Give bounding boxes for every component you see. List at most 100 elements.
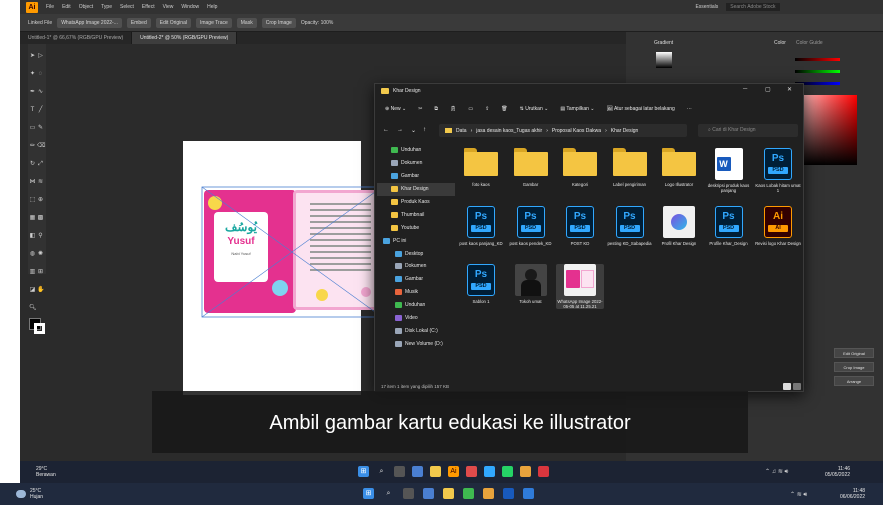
set-background-button[interactable]: 🖼︎ Atur sebagai latar belakang xyxy=(606,106,674,112)
chrome-icon[interactable] xyxy=(520,466,531,477)
nav-item[interactable]: New Volume (D:) xyxy=(377,337,455,350)
file-item[interactable]: Ps PSD Sablon 1 xyxy=(457,264,505,304)
new-button[interactable]: ⊕ New ⌄ xyxy=(385,106,406,112)
copy-icon[interactable]: ⧉ xyxy=(434,106,438,112)
illustrator-taskbar-icon[interactable]: Ai xyxy=(448,466,459,477)
color-guide-panel-title[interactable]: Color Guide xyxy=(796,40,823,46)
stock-search-input[interactable]: Search Adobe Stock xyxy=(726,3,780,11)
file-item[interactable]: Ps PSD Kaos Lobak hitam umat 1 xyxy=(754,148,802,193)
nav-item[interactable]: Dokumen xyxy=(377,260,455,273)
hand-tool-icon[interactable]: ✋ xyxy=(37,287,44,294)
menu-help[interactable]: Help xyxy=(207,4,217,10)
width-tool-icon[interactable]: ⋈ xyxy=(29,179,36,186)
direct-select-tool-icon[interactable]: ▷ xyxy=(37,53,44,60)
app-icon[interactable] xyxy=(538,466,549,477)
back-arrow-icon[interactable]: ← xyxy=(383,127,389,133)
file-item[interactable]: Profil Khar Design xyxy=(655,206,703,246)
system-tray-icons[interactable]: ⌃ ♫ ≋ 🔊︎ xyxy=(765,468,788,476)
menu-effect[interactable]: Effect xyxy=(142,4,155,10)
menu-edit[interactable]: Edit xyxy=(62,4,71,10)
nav-item[interactable]: PC ini xyxy=(377,234,455,247)
search-icon[interactable]: ⌕ xyxy=(383,488,394,499)
menu-view[interactable]: View xyxy=(163,4,174,10)
recent-dropdown-icon[interactable]: ⌄ xyxy=(411,127,416,134)
address-bar[interactable]: Data › jasa desain kaos_Tugas akhir › Prop… xyxy=(439,124,687,137)
explorer-search-input[interactable]: ⌕ Cari di Khar Design xyxy=(698,124,798,137)
nav-item[interactable]: Disk Lokal (C:) xyxy=(377,324,455,337)
app-icon[interactable] xyxy=(523,488,534,499)
up-arrow-icon[interactable]: ↑ xyxy=(423,127,426,133)
nav-item[interactable]: Gambar xyxy=(377,170,455,183)
delete-icon[interactable]: 🗑︎ xyxy=(501,106,507,112)
nav-item[interactable]: Gambar xyxy=(377,273,455,286)
nav-item[interactable]: Thumbnail xyxy=(377,208,455,221)
menu-object[interactable]: Object xyxy=(79,4,93,10)
nav-item[interactable]: Khar Design xyxy=(377,182,455,196)
mesh-tool-icon[interactable]: ▩ xyxy=(37,215,44,222)
breadcrumb-4[interactable]: Khar Design xyxy=(611,128,639,134)
nav-item[interactable]: Unduhan xyxy=(377,299,455,312)
file-item[interactable]: Ai AI Revisi logo Khar Design xyxy=(754,206,802,246)
nav-item[interactable]: Musik xyxy=(377,286,455,299)
search-icon[interactable]: ⌕ xyxy=(376,466,387,477)
nav-item[interactable]: Desktop xyxy=(377,247,455,260)
magic-wand-icon[interactable]: ✦ xyxy=(29,71,36,78)
edit-original-button[interactable]: Edit Original xyxy=(155,17,191,28)
chrome-icon[interactable] xyxy=(483,488,494,499)
file-item[interactable]: Ps PSD POST KD xyxy=(556,206,604,246)
linked-file-name[interactable]: WhatsApp Image 2022-... xyxy=(57,17,122,28)
nav-item[interactable]: Produk Kaos xyxy=(377,196,455,209)
fill-stroke-swatch[interactable] xyxy=(28,314,46,344)
doc-tab-2[interactable]: Untitled-2* @ 50% (RGB/GPU Preview) xyxy=(132,32,238,44)
recorder-icon[interactable] xyxy=(466,466,477,477)
crop-image-panel-button[interactable]: Crop Image xyxy=(834,362,874,372)
eyedropper-icon[interactable]: ⚲ xyxy=(37,233,44,240)
gradient-panel-title[interactable]: Gradient xyxy=(654,40,673,46)
tiles-view-icon[interactable] xyxy=(793,383,801,390)
task-view-icon[interactable] xyxy=(394,466,405,477)
rectangle-tool-icon[interactable]: ▭ xyxy=(29,125,36,132)
file-item[interactable]: Ps PSD Profile Khar_Design xyxy=(705,206,753,246)
whatsapp-icon[interactable] xyxy=(502,466,513,477)
weather-widget-outer[interactable]: 25°C Hujan xyxy=(30,488,43,500)
file-item[interactable]: WhatsApp Image 2022-05-05 at 11.25.21 xyxy=(556,264,604,309)
maximize-icon[interactable]: ▢ xyxy=(765,86,771,93)
embed-button[interactable]: Embed xyxy=(126,17,151,28)
workspace-switcher[interactable]: Essentials xyxy=(695,4,718,10)
more-options-icon[interactable]: ··· xyxy=(687,106,692,112)
task-view-icon[interactable] xyxy=(403,488,414,499)
cut-icon[interactable]: ✂ xyxy=(418,106,422,112)
graph-tool-icon[interactable]: ▥ xyxy=(29,269,36,276)
menu-select[interactable]: Select xyxy=(120,4,134,10)
details-view-icon[interactable] xyxy=(783,383,791,390)
paste-icon[interactable]: 📋︎ xyxy=(450,106,456,112)
menu-file[interactable]: File xyxy=(46,4,54,10)
mask-button[interactable]: Mask xyxy=(236,17,257,28)
file-explorer-icon[interactable] xyxy=(430,466,441,477)
pen-tool-icon[interactable]: ✒ xyxy=(29,89,36,96)
widgets-icon[interactable] xyxy=(423,488,434,499)
crop-image-button[interactable]: Crop Image xyxy=(261,17,296,28)
weather-widget-inner[interactable]: 29°C Berawan xyxy=(36,466,56,478)
file-item[interactable]: Ps PSD pesting KD_Sabapedia xyxy=(606,206,654,246)
perspective-grid-icon[interactable]: ▦ xyxy=(29,215,36,222)
breadcrumb-3[interactable]: Proposal Kaos Dakwa xyxy=(552,128,601,134)
opacity-control[interactable]: Opacity: 100% xyxy=(301,20,334,26)
free-transform-icon[interactable]: ⬚ xyxy=(29,197,36,204)
file-item[interactable]: Ps PSD post kaos pendek_KD xyxy=(507,206,555,246)
gradient-swatch[interactable] xyxy=(656,52,672,68)
gradient-tool-icon[interactable]: ◧ xyxy=(29,233,36,240)
windows-start-icon[interactable]: ⊞ xyxy=(363,488,374,499)
forward-arrow-icon[interactable]: → xyxy=(397,127,403,133)
doc-tab-1[interactable]: Untitled-1* @ 66,67% (RGB/GPU Preview) xyxy=(20,32,133,44)
close-icon[interactable]: ✕ xyxy=(787,86,792,93)
type-tool-icon[interactable]: T xyxy=(29,107,36,114)
nav-item[interactable]: Video xyxy=(377,312,455,325)
blend-tool-icon[interactable]: ◍ xyxy=(29,251,36,258)
windows-start-icon[interactable]: ⊞ xyxy=(358,466,369,477)
red-slider[interactable] xyxy=(795,58,840,61)
nav-item[interactable]: Youtube xyxy=(377,221,455,234)
menu-type[interactable]: Type xyxy=(101,4,112,10)
store-icon[interactable] xyxy=(463,488,474,499)
share-icon[interactable]: ⇪ xyxy=(485,106,489,112)
